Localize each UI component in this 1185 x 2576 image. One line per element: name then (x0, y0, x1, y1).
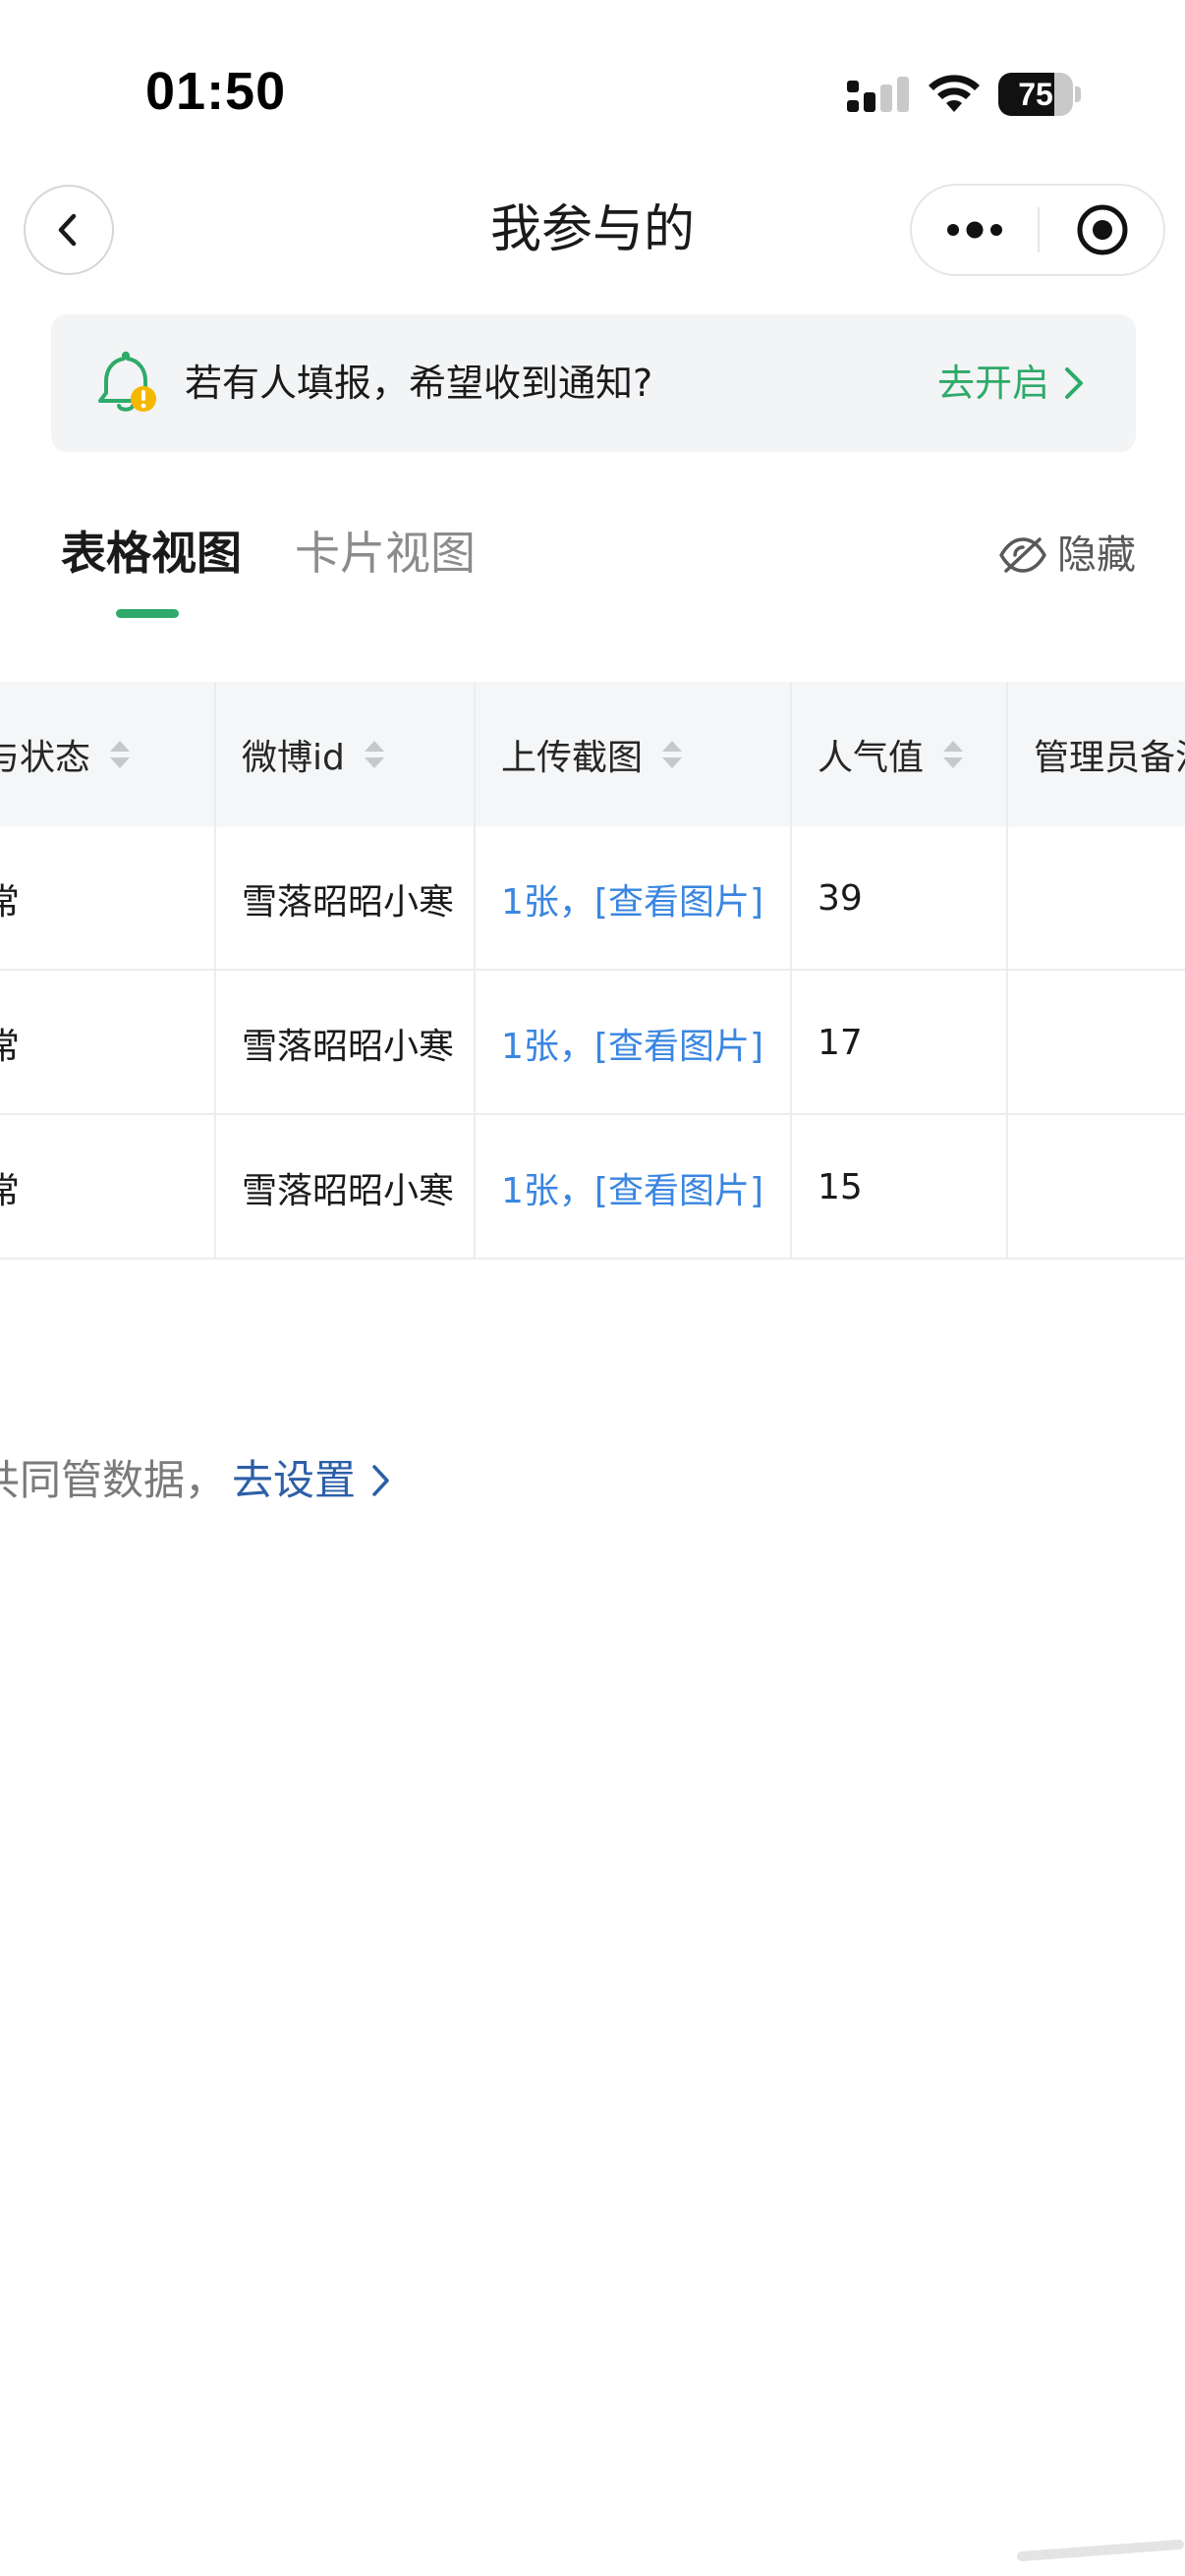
sort-icon (662, 740, 683, 768)
collaboration-hint-text: 共同管数据， (0, 1456, 227, 1504)
table-cell (1008, 971, 1185, 1115)
more-button[interactable] (912, 186, 1038, 274)
home-indicator (1017, 2540, 1184, 2561)
column-header[interactable]: 与状态 (0, 682, 216, 826)
notice-text: 若有人填报，希望收到通知? (185, 362, 653, 405)
status-time: 01:50 (145, 62, 287, 121)
column-header[interactable]: 管理员备注 (1008, 682, 1185, 826)
table-cell (1008, 826, 1185, 971)
view-image-link[interactable]: 1张，[查看图片] (476, 826, 792, 971)
notification-banner: 若有人填报，希望收到通知? 去开启 (51, 314, 1136, 452)
sort-icon (110, 740, 131, 768)
chevron-right-icon (372, 1465, 389, 1496)
table-cell: 雪落昭昭小寒 (216, 971, 476, 1115)
table-header-row: 与状态 微博id 上传截图 人气值 管理员备注 (0, 682, 1185, 826)
wifi-icon (929, 75, 980, 112)
battery-level: 75 (1018, 77, 1053, 112)
eye-off-icon (999, 537, 1046, 573)
table-row[interactable]: 常 雪落昭昭小寒 1张，[查看图片] 39 (0, 826, 1185, 971)
column-header[interactable]: 微博id (216, 682, 476, 826)
view-image-link[interactable]: 1张，[查看图片] (476, 971, 792, 1115)
view-image-link[interactable]: 1张，[查看图片] (476, 1115, 792, 1260)
cellular-signal-icon (847, 77, 909, 112)
tab-card-view[interactable]: 卡片视图 (295, 521, 476, 586)
more-dots-icon (947, 221, 1002, 239)
table-cell (1008, 1115, 1185, 1260)
chevron-right-icon (1065, 367, 1083, 399)
table-row[interactable]: 常 雪落昭昭小寒 1张，[查看图片] 17 (0, 971, 1185, 1115)
table-cell: 常 (0, 971, 216, 1115)
go-settings-link[interactable]: 去设置 (232, 1446, 356, 1515)
enable-notification-label: 去开启 (936, 362, 1049, 405)
status-bar: 01:50 75 (0, 0, 1185, 187)
target-circle-icon (1077, 204, 1128, 255)
table-cell: 常 (0, 1115, 216, 1260)
table-row[interactable]: 常 雪落昭昭小寒 1张，[查看图片] 15 (0, 1115, 1185, 1260)
mini-program-capsule (910, 184, 1165, 276)
close-mini-program-button[interactable] (1040, 186, 1165, 274)
tab-table-view[interactable]: 表格视图 (61, 521, 242, 586)
sort-icon (943, 740, 964, 768)
table-cell: 17 (792, 971, 1008, 1115)
data-table[interactable]: 与状态 微博id 上传截图 人气值 管理员备注 常 雪落昭昭小寒 1张 (0, 682, 1185, 1263)
bell-warning-icon (98, 351, 156, 412)
column-header[interactable]: 上传截图 (476, 682, 792, 826)
enable-notification-link[interactable]: 去开启 (937, 352, 1085, 415)
sort-icon (364, 740, 384, 768)
table-cell: 雪落昭昭小寒 (216, 1115, 476, 1260)
table-cell: 雪落昭昭小寒 (216, 826, 476, 971)
column-header[interactable]: 人气值 (792, 682, 1008, 826)
collaboration-hint: 共同管数据， 去设置 (0, 1446, 391, 1515)
table-cell: 15 (792, 1115, 1008, 1260)
active-tab-indicator (116, 609, 179, 618)
battery-icon: 75 (998, 73, 1081, 116)
hide-button[interactable]: 隐藏 (998, 527, 1136, 584)
table-cell: 常 (0, 826, 216, 971)
hide-label: 隐藏 (1057, 532, 1136, 578)
table-cell: 39 (792, 826, 1008, 971)
